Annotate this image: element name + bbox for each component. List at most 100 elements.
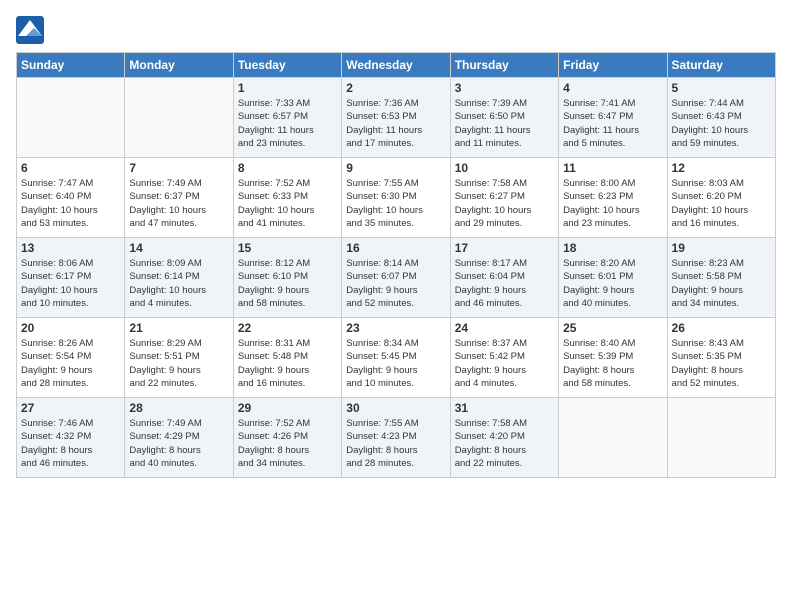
- dow-friday: Friday: [559, 53, 667, 78]
- day-number: 16: [346, 241, 445, 255]
- day-cell: 19 Sunrise: 8:23 AM Sunset: 5:58 PM Dayli…: [667, 238, 775, 318]
- day-number: 13: [21, 241, 120, 255]
- day-cell: 29 Sunrise: 7:52 AM Sunset: 4:26 PM Dayli…: [233, 398, 341, 478]
- day-cell: 16 Sunrise: 8:14 AM Sunset: 6:07 PM Dayli…: [342, 238, 450, 318]
- day-cell: 15 Sunrise: 8:12 AM Sunset: 6:10 PM Dayli…: [233, 238, 341, 318]
- logo-icon: [16, 16, 44, 44]
- day-number: 18: [563, 241, 662, 255]
- week-row-1: 1 Sunrise: 7:33 AM Sunset: 6:57 PM Daylig…: [17, 78, 776, 158]
- day-cell: [17, 78, 125, 158]
- day-number: 15: [238, 241, 337, 255]
- days-of-week-header: SundayMondayTuesdayWednesdayThursdayFrid…: [17, 53, 776, 78]
- day-info: Sunrise: 7:55 AM Sunset: 4:23 PM Dayligh…: [346, 417, 445, 470]
- day-number: 12: [672, 161, 771, 175]
- day-number: 29: [238, 401, 337, 415]
- page-header: [16, 16, 776, 44]
- day-info: Sunrise: 7:33 AM Sunset: 6:57 PM Dayligh…: [238, 97, 337, 150]
- dow-tuesday: Tuesday: [233, 53, 341, 78]
- day-info: Sunrise: 7:41 AM Sunset: 6:47 PM Dayligh…: [563, 97, 662, 150]
- day-number: 23: [346, 321, 445, 335]
- day-info: Sunrise: 8:26 AM Sunset: 5:54 PM Dayligh…: [21, 337, 120, 390]
- day-cell: 21 Sunrise: 8:29 AM Sunset: 5:51 PM Dayli…: [125, 318, 233, 398]
- day-info: Sunrise: 8:00 AM Sunset: 6:23 PM Dayligh…: [563, 177, 662, 230]
- day-info: Sunrise: 7:58 AM Sunset: 6:27 PM Dayligh…: [455, 177, 554, 230]
- day-cell: 5Sunrise: 7:44 AM Sunset: 6:43 PM Daylig…: [667, 78, 775, 158]
- day-cell: 10 Sunrise: 7:58 AM Sunset: 6:27 PM Dayli…: [450, 158, 558, 238]
- day-cell: 24 Sunrise: 8:37 AM Sunset: 5:42 PM Dayli…: [450, 318, 558, 398]
- day-number: 4: [563, 81, 662, 95]
- day-cell: 31 Sunrise: 7:58 AM Sunset: 4:20 PM Dayli…: [450, 398, 558, 478]
- day-number: 2: [346, 81, 445, 95]
- day-cell: [125, 78, 233, 158]
- day-cell: 30 Sunrise: 7:55 AM Sunset: 4:23 PM Dayli…: [342, 398, 450, 478]
- day-number: 21: [129, 321, 228, 335]
- day-info: Sunrise: 8:12 AM Sunset: 6:10 PM Dayligh…: [238, 257, 337, 310]
- day-cell: 4 Sunrise: 7:41 AM Sunset: 6:47 PM Daylig…: [559, 78, 667, 158]
- day-info: Sunrise: 8:20 AM Sunset: 6:01 PM Dayligh…: [563, 257, 662, 310]
- day-number: 30: [346, 401, 445, 415]
- day-info: Sunrise: 8:40 AM Sunset: 5:39 PM Dayligh…: [563, 337, 662, 390]
- day-number: 28: [129, 401, 228, 415]
- day-cell: 26 Sunrise: 8:43 AM Sunset: 5:35 PM Dayli…: [667, 318, 775, 398]
- week-row-5: 27Sunrise: 7:46 AM Sunset: 4:32 PM Dayli…: [17, 398, 776, 478]
- dow-wednesday: Wednesday: [342, 53, 450, 78]
- day-number: 17: [455, 241, 554, 255]
- week-row-2: 6 Sunrise: 7:47 AM Sunset: 6:40 PM Daylig…: [17, 158, 776, 238]
- week-row-4: 20 Sunrise: 8:26 AM Sunset: 5:54 PM Dayli…: [17, 318, 776, 398]
- day-info: Sunrise: 7:44 AM Sunset: 6:43 PM Dayligh…: [672, 97, 771, 150]
- day-cell: 8 Sunrise: 7:52 AM Sunset: 6:33 PM Daylig…: [233, 158, 341, 238]
- day-cell: [559, 398, 667, 478]
- day-cell: [667, 398, 775, 478]
- day-cell: 1 Sunrise: 7:33 AM Sunset: 6:57 PM Daylig…: [233, 78, 341, 158]
- day-cell: 20 Sunrise: 8:26 AM Sunset: 5:54 PM Dayli…: [17, 318, 125, 398]
- day-number: 8: [238, 161, 337, 175]
- day-info: Sunrise: 8:17 AM Sunset: 6:04 PM Dayligh…: [455, 257, 554, 310]
- day-number: 3: [455, 81, 554, 95]
- day-number: 20: [21, 321, 120, 335]
- day-number: 10: [455, 161, 554, 175]
- day-info: Sunrise: 8:29 AM Sunset: 5:51 PM Dayligh…: [129, 337, 228, 390]
- day-info: Sunrise: 8:37 AM Sunset: 5:42 PM Dayligh…: [455, 337, 554, 390]
- dow-monday: Monday: [125, 53, 233, 78]
- day-number: 19: [672, 241, 771, 255]
- day-info: Sunrise: 7:36 AM Sunset: 6:53 PM Dayligh…: [346, 97, 445, 150]
- week-row-3: 13Sunrise: 8:06 AM Sunset: 6:17 PM Dayli…: [17, 238, 776, 318]
- day-info: Sunrise: 7:49 AM Sunset: 6:37 PM Dayligh…: [129, 177, 228, 230]
- day-info: Sunrise: 8:34 AM Sunset: 5:45 PM Dayligh…: [346, 337, 445, 390]
- day-info: Sunrise: 8:31 AM Sunset: 5:48 PM Dayligh…: [238, 337, 337, 390]
- day-cell: 3Sunrise: 7:39 AM Sunset: 6:50 PM Daylig…: [450, 78, 558, 158]
- day-cell: 2 Sunrise: 7:36 AM Sunset: 6:53 PM Daylig…: [342, 78, 450, 158]
- day-cell: 14 Sunrise: 8:09 AM Sunset: 6:14 PM Dayli…: [125, 238, 233, 318]
- day-number: 14: [129, 241, 228, 255]
- dow-saturday: Saturday: [667, 53, 775, 78]
- day-cell: 25Sunrise: 8:40 AM Sunset: 5:39 PM Dayli…: [559, 318, 667, 398]
- day-cell: 28 Sunrise: 7:49 AM Sunset: 4:29 PM Dayli…: [125, 398, 233, 478]
- dow-thursday: Thursday: [450, 53, 558, 78]
- day-info: Sunrise: 8:43 AM Sunset: 5:35 PM Dayligh…: [672, 337, 771, 390]
- day-info: Sunrise: 8:09 AM Sunset: 6:14 PM Dayligh…: [129, 257, 228, 310]
- day-number: 24: [455, 321, 554, 335]
- day-cell: 27Sunrise: 7:46 AM Sunset: 4:32 PM Dayli…: [17, 398, 125, 478]
- day-info: Sunrise: 7:49 AM Sunset: 4:29 PM Dayligh…: [129, 417, 228, 470]
- day-cell: 13Sunrise: 8:06 AM Sunset: 6:17 PM Dayli…: [17, 238, 125, 318]
- day-number: 26: [672, 321, 771, 335]
- day-cell: 12 Sunrise: 8:03 AM Sunset: 6:20 PM Dayli…: [667, 158, 775, 238]
- day-number: 27: [21, 401, 120, 415]
- day-cell: 17 Sunrise: 8:17 AM Sunset: 6:04 PM Dayli…: [450, 238, 558, 318]
- day-number: 31: [455, 401, 554, 415]
- day-info: Sunrise: 7:47 AM Sunset: 6:40 PM Dayligh…: [21, 177, 120, 230]
- logo: [16, 16, 46, 44]
- day-cell: 18 Sunrise: 8:20 AM Sunset: 6:01 PM Dayli…: [559, 238, 667, 318]
- day-info: Sunrise: 7:58 AM Sunset: 4:20 PM Dayligh…: [455, 417, 554, 470]
- day-info: Sunrise: 8:03 AM Sunset: 6:20 PM Dayligh…: [672, 177, 771, 230]
- day-number: 6: [21, 161, 120, 175]
- day-info: Sunrise: 8:23 AM Sunset: 5:58 PM Dayligh…: [672, 257, 771, 310]
- day-cell: 23 Sunrise: 8:34 AM Sunset: 5:45 PM Dayli…: [342, 318, 450, 398]
- day-info: Sunrise: 8:14 AM Sunset: 6:07 PM Dayligh…: [346, 257, 445, 310]
- day-cell: 6 Sunrise: 7:47 AM Sunset: 6:40 PM Daylig…: [17, 158, 125, 238]
- day-number: 1: [238, 81, 337, 95]
- day-info: Sunrise: 7:55 AM Sunset: 6:30 PM Dayligh…: [346, 177, 445, 230]
- day-info: Sunrise: 7:52 AM Sunset: 4:26 PM Dayligh…: [238, 417, 337, 470]
- day-number: 7: [129, 161, 228, 175]
- day-info: Sunrise: 7:52 AM Sunset: 6:33 PM Dayligh…: [238, 177, 337, 230]
